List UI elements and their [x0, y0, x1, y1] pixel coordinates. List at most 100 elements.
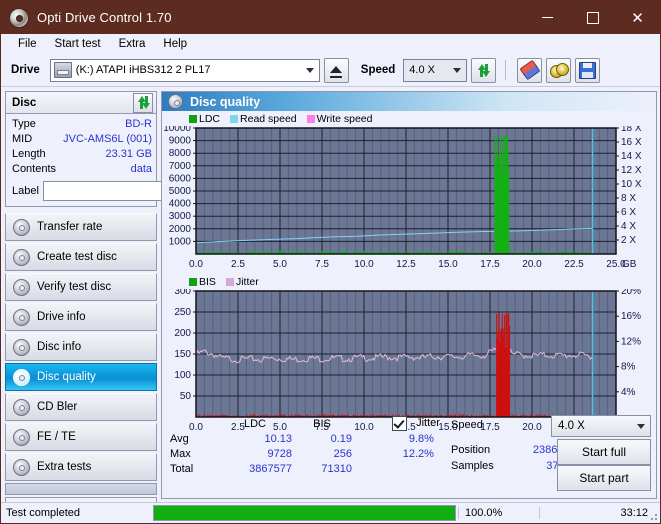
legend-label-write-speed: Write speed: [316, 113, 373, 125]
svg-text:10000: 10000: [164, 126, 191, 134]
disc-mid-value: JVC-AMS6L (001): [63, 133, 152, 145]
menu-start-test[interactable]: Start test: [46, 36, 110, 52]
table-row: Avg 10.13 0.19 9.8%: [170, 431, 440, 446]
jitter-checkbox[interactable]: [392, 416, 407, 431]
legend-label-read-speed: Read speed: [240, 113, 297, 125]
disc-row-mid: MID JVC-AMS6L (001): [12, 132, 152, 147]
disc-panel: Disc Type BD-R MID JVC-AMS6L (001) Lengt…: [5, 91, 252, 207]
svg-text:250: 250: [174, 307, 191, 318]
disc-icon: [13, 218, 30, 236]
start-full-button[interactable]: Start full: [557, 439, 651, 465]
chevron-down-icon: [453, 68, 462, 73]
progress-percent: 100.0%: [458, 507, 539, 519]
save-button[interactable]: [575, 57, 601, 83]
max-ldc: 9728: [267, 447, 292, 460]
sidebar-item-verify-test-disc[interactable]: Verify test disc: [5, 273, 157, 301]
toolbar: Drive (K:) ATAPI iHBS312 2 PL17 Speed 4.…: [1, 54, 660, 87]
eject-button[interactable]: [323, 57, 349, 83]
copy-disc-button[interactable]: [546, 57, 572, 83]
discs-icon: [550, 63, 570, 78]
svg-text:12%: 12%: [621, 336, 641, 347]
progress-bar-fill: [154, 506, 455, 520]
menu-bar: File Start test Extra Help: [1, 34, 660, 54]
sidebar-item-disc-quality[interactable]: Disc quality: [5, 363, 157, 391]
minimize-button[interactable]: [525, 1, 570, 34]
resize-grip[interactable]: [648, 511, 658, 521]
disc-icon: [13, 398, 30, 416]
svg-text:2000: 2000: [169, 224, 192, 235]
table-row: Max 9728 256 12.2%: [170, 446, 440, 461]
speed-select-value: 4.0 X: [409, 64, 435, 76]
content-area: Disc Type BD-R MID JVC-AMS6L (001) Lengt…: [1, 87, 660, 519]
svg-text:5.0: 5.0: [273, 259, 287, 270]
legend-label-bis: BIS: [199, 276, 216, 288]
refresh-button[interactable]: [471, 57, 497, 83]
sidebar-item-label: Disc info: [37, 341, 82, 353]
svg-text:4000: 4000: [169, 199, 192, 210]
legend-ldc: LDC: [189, 113, 220, 125]
speed-label: Speed: [360, 64, 396, 76]
disc-quality-panel: Disc quality LDC Read speed Write speed …: [161, 91, 657, 499]
menu-extra[interactable]: Extra: [110, 36, 155, 52]
sidebar-item-cd-bler[interactable]: CD Bler: [5, 393, 157, 421]
disc-refresh-button[interactable]: [133, 92, 153, 113]
disc-length-value: 23.31 GB: [105, 148, 152, 160]
legend-swatch-jitter: [225, 278, 234, 286]
jitter-label: Jitter: [416, 417, 440, 430]
chart-top-svg: 10000 90008000 70006000 5000 40003000 2000100…: [164, 126, 656, 274]
jitter-check-cell: Jitter: [388, 416, 440, 431]
svg-text:20.0: 20.0: [522, 259, 542, 270]
start-part-button[interactable]: Start part: [557, 465, 651, 491]
svg-text:2.5: 2.5: [231, 259, 245, 270]
legend-swatch-write-speed: [306, 115, 315, 123]
legend-swatch-read-speed: [230, 115, 239, 123]
svg-text:20%: 20%: [621, 289, 641, 297]
drive-select-value: (K:) ATAPI iHBS312 2 PL17: [75, 64, 211, 76]
disc-length-key: Length: [12, 148, 46, 160]
svg-text:10.0: 10.0: [354, 259, 374, 270]
disc-icon: [13, 278, 30, 296]
disc-icon: [13, 368, 30, 386]
eject-icon: [330, 66, 343, 73]
sidebar-item-transfer-rate[interactable]: Transfer rate: [5, 213, 157, 241]
ctl-position-key: Position: [451, 444, 491, 456]
app-disc-icon: [9, 7, 29, 28]
maximize-icon: [586, 11, 599, 24]
refresh-icon: [136, 95, 151, 110]
window-controls: ✕: [525, 1, 660, 34]
erase-button[interactable]: [517, 57, 543, 83]
test-speed-select[interactable]: 4.0 X: [551, 415, 651, 437]
legend-swatch-ldc: [189, 115, 197, 123]
menu-help[interactable]: Help: [154, 36, 196, 52]
sidebar-item-label: Drive info: [37, 311, 86, 323]
save-icon: [579, 61, 597, 79]
sidebar-item-label: Disc quality: [37, 371, 96, 383]
svg-text:6000: 6000: [169, 173, 192, 184]
close-button[interactable]: ✕: [615, 1, 660, 34]
disc-icon: [13, 428, 30, 446]
sidebar-item-disc-info[interactable]: Disc info: [5, 333, 157, 361]
legend-read-speed: Read speed: [230, 113, 297, 125]
svg-text:4 X: 4 X: [621, 221, 636, 232]
drive-label: Drive: [11, 64, 40, 76]
avg-bis: 0.19: [330, 432, 352, 445]
legend-label-jitter: Jitter: [235, 276, 259, 288]
sidebar-item-create-test-disc[interactable]: Create test disc: [5, 243, 157, 271]
page-title: Disc quality: [190, 94, 261, 109]
svg-text:5000: 5000: [169, 186, 192, 197]
menu-file[interactable]: File: [9, 36, 46, 52]
maximize-button[interactable]: [570, 1, 615, 34]
sidebar-item-extra-tests[interactable]: Extra tests: [5, 453, 157, 481]
chart-bottom-legend: BIS Jitter: [162, 274, 656, 289]
sidebar-item-fe-te[interactable]: FE / TE: [5, 423, 157, 451]
drive-select[interactable]: (K:) ATAPI iHBS312 2 PL17: [49, 58, 320, 82]
svg-text:3000: 3000: [169, 211, 192, 222]
title-bar: Opti Drive Control 1.70 ✕: [1, 1, 660, 34]
speed-select[interactable]: 4.0 X: [403, 58, 468, 82]
panel-header: Disc quality: [162, 92, 656, 111]
sidebar-item-drive-info[interactable]: Drive info: [5, 303, 157, 331]
svg-text:22.5: 22.5: [564, 259, 584, 270]
col-header-ldc: LDC: [243, 417, 266, 430]
sidebar-item-label: FE / TE: [37, 431, 76, 443]
disc-quality-icon: [168, 94, 183, 109]
